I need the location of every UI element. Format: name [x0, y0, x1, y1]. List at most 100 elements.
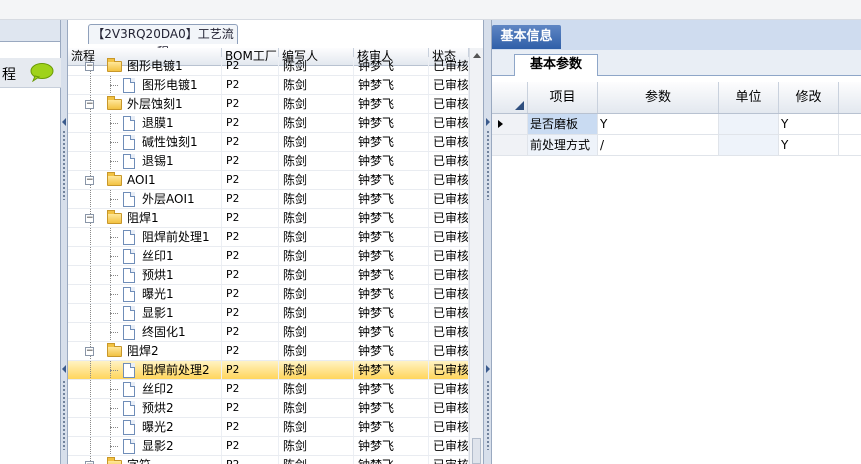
table-row[interactable]: − 图形电镀1 P2 陈剑 钟梦飞 已审核	[68, 57, 483, 76]
writer-cell[interactable]: 陈剑	[279, 190, 354, 208]
bom-cell[interactable]: P2	[222, 57, 279, 75]
bom-cell[interactable]: P2	[222, 418, 279, 436]
writer-cell[interactable]: 陈剑	[279, 152, 354, 170]
table-row[interactable]: 退膜1 P2 陈剑 钟梦飞 已审核	[68, 114, 483, 133]
bom-cell[interactable]: P2	[222, 228, 279, 246]
left-splitter[interactable]	[61, 20, 68, 464]
status-cell[interactable]: 已审核	[429, 266, 469, 284]
bom-cell[interactable]: P2	[222, 285, 279, 303]
status-cell[interactable]: 已审核	[429, 95, 469, 113]
reviewer-cell[interactable]: 钟梦飞	[354, 76, 429, 94]
bom-cell[interactable]: P2	[222, 247, 279, 265]
table-row[interactable]: − 外层蚀刻1 P2 陈剑 钟梦飞 已审核	[68, 95, 483, 114]
process-cell[interactable]: − 外层蚀刻1	[68, 95, 222, 113]
collapse-right-arrow-icon[interactable]	[486, 118, 490, 126]
status-cell[interactable]: 已审核	[429, 323, 469, 341]
writer-cell[interactable]: 陈剑	[279, 456, 354, 464]
param-modify-cell[interactable]: Y	[779, 135, 839, 155]
param-unit-cell[interactable]	[719, 114, 779, 134]
writer-cell[interactable]: 陈剑	[279, 437, 354, 455]
table-row[interactable]: − AOI1 P2 陈剑 钟梦飞 已审核	[68, 171, 483, 190]
writer-cell[interactable]: 陈剑	[279, 95, 354, 113]
status-cell[interactable]: 已审核	[429, 190, 469, 208]
table-row[interactable]: 显影2 P2 陈剑 钟梦飞 已审核	[68, 437, 483, 456]
table-row[interactable]: 曝光2 P2 陈剑 钟梦飞 已审核	[68, 418, 483, 437]
reviewer-cell[interactable]: 钟梦飞	[354, 57, 429, 75]
param-row[interactable]: 是否磨板 Y Y	[492, 114, 861, 135]
reviewer-cell[interactable]: 钟梦飞	[354, 114, 429, 132]
process-cell[interactable]: − 阻焊1	[68, 209, 222, 227]
scroll-up-icon[interactable]	[473, 53, 481, 58]
param-unit-cell[interactable]	[719, 135, 779, 155]
table-row[interactable]: −字符P2陈剑钟梦飞已审核	[68, 456, 483, 464]
collapse-left-arrow-icon[interactable]	[62, 365, 66, 373]
bom-cell[interactable]: P2	[222, 304, 279, 322]
row-selector[interactable]	[492, 114, 528, 134]
vertical-scrollbar[interactable]	[469, 48, 483, 464]
scroll-thumb[interactable]	[472, 438, 481, 464]
status-cell[interactable]: 已审核	[429, 285, 469, 303]
status-cell[interactable]: 已审核	[429, 399, 469, 417]
tab-basic-info[interactable]: 基本信息	[492, 25, 561, 49]
process-cell[interactable]: 丝印2	[68, 380, 222, 398]
writer-cell[interactable]: 陈剑	[279, 304, 354, 322]
reviewer-cell[interactable]: 钟梦飞	[354, 304, 429, 322]
writer-cell[interactable]: 陈剑	[279, 171, 354, 189]
writer-cell[interactable]: 陈剑	[279, 57, 354, 75]
writer-cell[interactable]: 陈剑	[279, 361, 354, 379]
writer-cell[interactable]: 陈剑	[279, 418, 354, 436]
bom-cell[interactable]: P2	[222, 190, 279, 208]
process-cell[interactable]: 预烘1	[68, 266, 222, 284]
bom-cell[interactable]: P2	[222, 171, 279, 189]
reviewer-cell[interactable]: 钟梦飞	[354, 380, 429, 398]
writer-cell[interactable]: 陈剑	[279, 209, 354, 227]
status-cell[interactable]: 已审核	[429, 152, 469, 170]
writer-cell[interactable]: 陈剑	[279, 266, 354, 284]
reviewer-cell[interactable]: 钟梦飞	[354, 133, 429, 151]
status-cell[interactable]: 已审核	[429, 114, 469, 132]
bom-cell[interactable]: P2	[222, 76, 279, 94]
process-cell[interactable]: 曝光2	[68, 418, 222, 436]
writer-cell[interactable]: 陈剑	[279, 228, 354, 246]
process-tab[interactable]: 【2V3RQ20DA0】工艺流程	[88, 24, 238, 59]
param-item-cell[interactable]: 是否磨板	[528, 114, 598, 134]
bom-cell[interactable]: P2	[222, 133, 279, 151]
reviewer-cell[interactable]: 钟梦飞	[354, 247, 429, 265]
table-row[interactable]: 显影1 P2 陈剑 钟梦飞 已审核	[68, 304, 483, 323]
writer-cell[interactable]: 陈剑	[279, 380, 354, 398]
process-cell[interactable]: 退膜1	[68, 114, 222, 132]
bom-cell[interactable]: P2	[222, 342, 279, 360]
param-modify-cell[interactable]: Y	[779, 114, 839, 134]
reviewer-cell[interactable]: 钟梦飞	[354, 342, 429, 360]
left-panel-item[interactable]: 程	[0, 58, 61, 88]
table-row[interactable]: 预烘1 P2 陈剑 钟梦飞 已审核	[68, 266, 483, 285]
table-row[interactable]: 退锡1 P2 陈剑 钟梦飞 已审核	[68, 152, 483, 171]
status-cell[interactable]: 已审核	[429, 380, 469, 398]
collapse-left-arrow-icon[interactable]	[62, 118, 66, 126]
col-header-modify[interactable]: 修改	[779, 82, 839, 113]
param-value-cell[interactable]: /	[598, 135, 719, 155]
process-cell[interactable]: 曝光1	[68, 285, 222, 303]
col-header-param[interactable]: 参数	[598, 82, 719, 113]
collapse-right-arrow-icon[interactable]	[486, 365, 490, 373]
process-cell[interactable]: − 图形电镀1	[68, 57, 222, 75]
bom-cell[interactable]: P2	[222, 380, 279, 398]
reviewer-cell[interactable]: 钟梦飞	[354, 190, 429, 208]
status-cell[interactable]: 已审核	[429, 456, 469, 464]
writer-cell[interactable]: 陈剑	[279, 114, 354, 132]
table-row[interactable]: 丝印2 P2 陈剑 钟梦飞 已审核	[68, 380, 483, 399]
status-cell[interactable]: 已审核	[429, 228, 469, 246]
table-row[interactable]: 终固化1 P2 陈剑 钟梦飞 已审核	[68, 323, 483, 342]
col-header-unit[interactable]: 单位	[719, 82, 779, 113]
bom-cell[interactable]: P2	[222, 152, 279, 170]
process-cell[interactable]: 外层AOI1	[68, 190, 222, 208]
bom-cell[interactable]: P2	[222, 361, 279, 379]
reviewer-cell[interactable]: 钟梦飞	[354, 437, 429, 455]
writer-cell[interactable]: 陈剑	[279, 247, 354, 265]
status-cell[interactable]: 已审核	[429, 437, 469, 455]
process-cell[interactable]: 阻焊前处理2	[68, 361, 222, 379]
reviewer-cell[interactable]: 钟梦飞	[354, 418, 429, 436]
status-cell[interactable]: 已审核	[429, 247, 469, 265]
process-cell[interactable]: 图形电镀1	[68, 76, 222, 94]
writer-cell[interactable]: 陈剑	[279, 323, 354, 341]
